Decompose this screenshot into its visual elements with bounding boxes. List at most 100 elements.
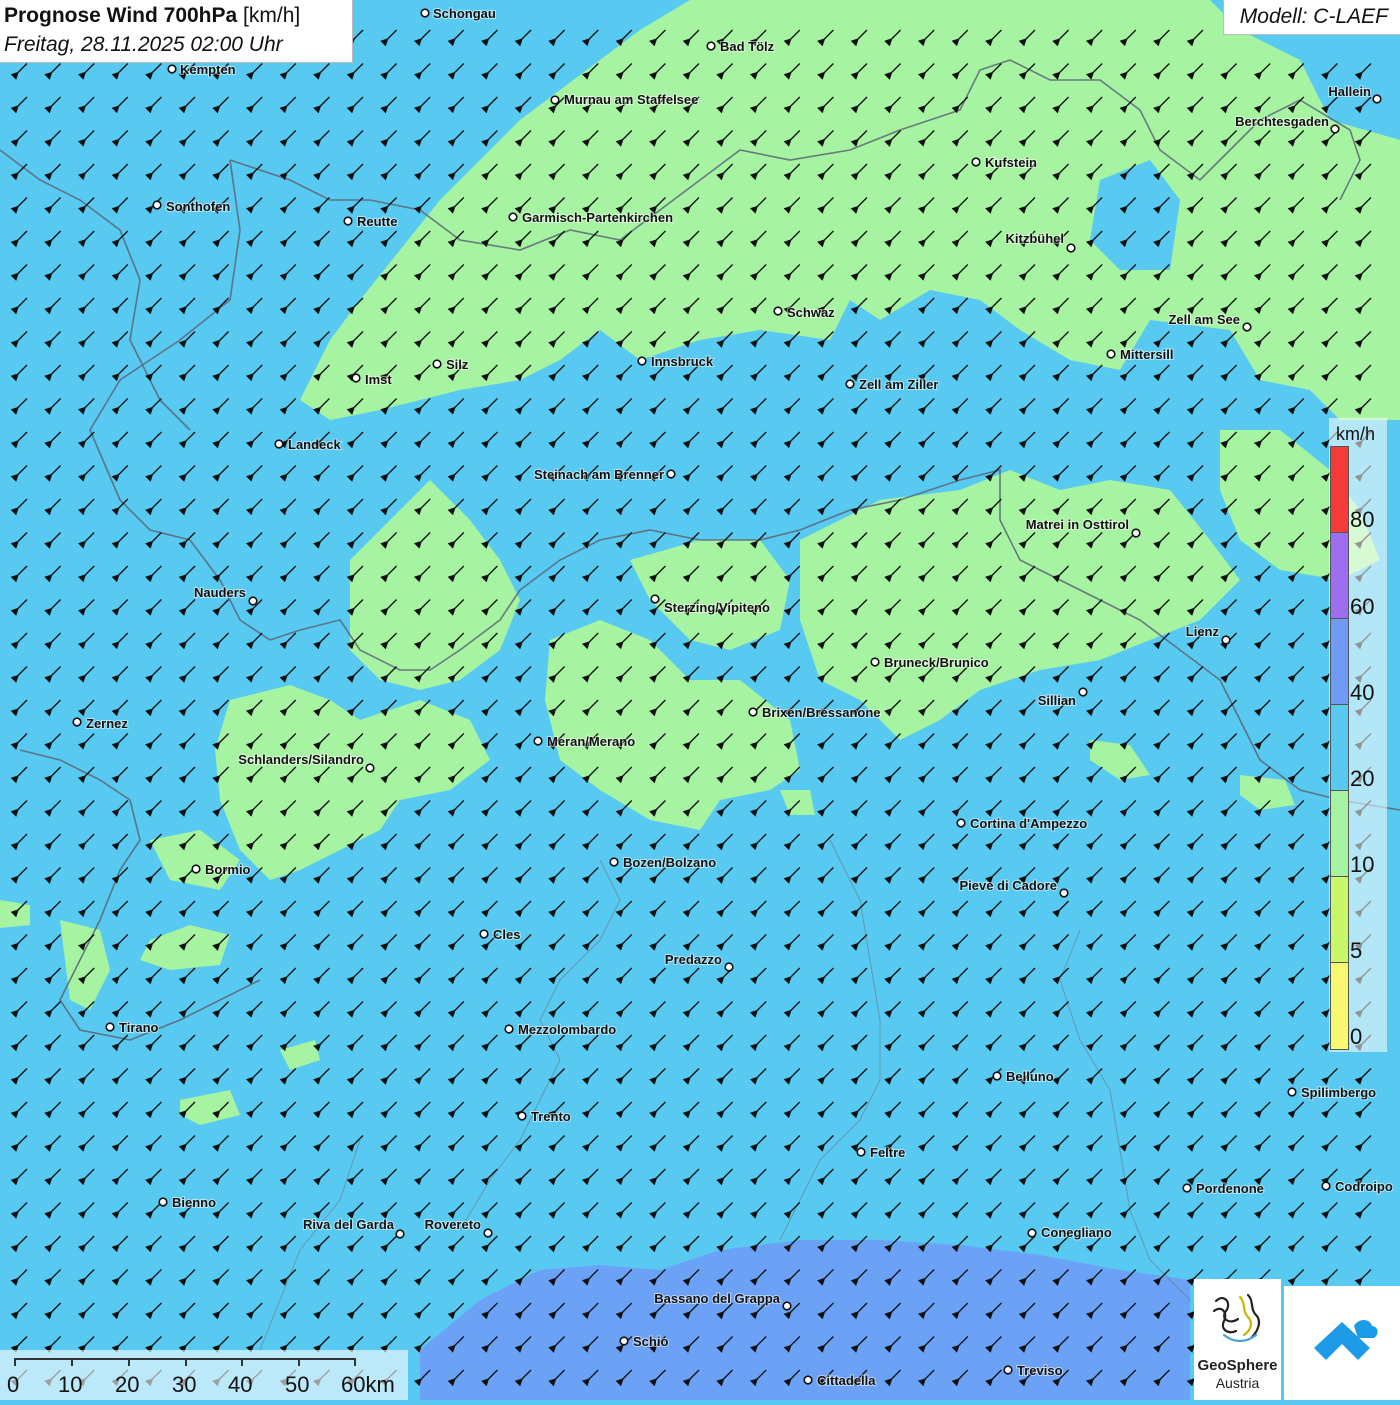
city-label: Belluno <box>1006 1069 1054 1084</box>
city-label: Mezzolombardo <box>518 1022 616 1037</box>
geosphere-name: GeoSphere <box>1197 1357 1278 1374</box>
legend-tick-label: 10 <box>1350 852 1375 877</box>
city-label: Innsbruck <box>651 354 714 369</box>
city-label: Codroipo <box>1335 1179 1393 1194</box>
city-label: Imst <box>365 372 392 387</box>
city-label: Murnau am Staffelsee <box>564 92 698 107</box>
legend-unit: km/h <box>1336 424 1376 444</box>
city-dot <box>748 707 758 717</box>
city-label: Cittadella <box>817 1373 876 1388</box>
map-title: Prognose Wind 700hPa [km/h] <box>4 4 301 27</box>
city-label: Bozen/Bolzano <box>623 855 716 870</box>
city-dot <box>1131 528 1141 538</box>
city-label: Reutte <box>357 214 397 229</box>
city-dot <box>1182 1183 1192 1193</box>
city-label: Schongau <box>433 6 496 21</box>
city-label: Kufstein <box>985 155 1037 170</box>
city-dot <box>72 717 82 727</box>
city-label: Pordenone <box>1196 1181 1264 1196</box>
city-dot <box>533 736 543 746</box>
city-label: Rovereto <box>425 1217 481 1232</box>
city-label: Garmisch-Partenkirchen <box>522 210 673 225</box>
city-dot <box>351 373 361 383</box>
city-dot <box>619 1336 629 1346</box>
city-label: Meran/Merano <box>547 734 635 749</box>
city-dot <box>167 64 177 74</box>
city-dot <box>504 1024 514 1034</box>
city-dot <box>1372 94 1382 104</box>
city-label: Silz <box>446 357 469 372</box>
legend-swatch-light <box>1330 876 1349 963</box>
city-label: Schio <box>633 1334 668 1349</box>
city-label: Bienno <box>172 1195 216 1210</box>
city-label: Cortina d'Ampezzo <box>970 816 1087 831</box>
city-label: Conegliano <box>1041 1225 1112 1240</box>
city-dot <box>550 95 560 105</box>
city-dot <box>609 857 619 867</box>
city-dot <box>803 1375 813 1385</box>
color-legend: km/h 80 60 40 20 10 5 0 <box>1329 418 1387 1052</box>
legend-swatch-fresh <box>1330 704 1349 791</box>
city-label: Zernez <box>86 716 128 731</box>
city-dot <box>1242 322 1252 332</box>
geosphere-logo[interactable]: GeoSphere Austria <box>1194 1279 1281 1400</box>
city-label: Bruneck/Brunico <box>884 655 989 670</box>
city-dot <box>420 8 430 18</box>
city-label: Bormio <box>205 862 251 877</box>
city-dot <box>1066 243 1076 253</box>
weather-app-logo[interactable] <box>1284 1286 1400 1400</box>
city-dot <box>483 1228 493 1238</box>
city-label: Schwaz <box>787 305 835 320</box>
app-logo-icon <box>1314 1320 1378 1360</box>
city-dot <box>343 216 353 226</box>
scale-tick <box>71 1358 73 1366</box>
city-dot <box>1027 1228 1037 1238</box>
city-dot <box>158 1197 168 1207</box>
city-label: Sonthofen <box>166 199 230 214</box>
city-dot <box>706 41 716 51</box>
legend-tick-label: 5 <box>1350 938 1363 963</box>
city-label: Lienz <box>1186 624 1220 639</box>
city-label: Brixen/Bressanone <box>762 705 881 720</box>
legend-tick-label: 0 <box>1350 1024 1363 1049</box>
city-dot <box>508 212 518 222</box>
legend-swatch-gale <box>1330 532 1349 619</box>
city-dot <box>365 763 375 773</box>
legend-swatch-calm <box>1330 962 1349 1050</box>
city-dot <box>870 657 880 667</box>
city-marker: Steinach am Brenner <box>533 466 676 483</box>
scale-bar: 0 10 20 30 40 50 60km <box>0 1350 408 1400</box>
city-dot <box>1330 124 1340 134</box>
city-marker: Brixen/Bressanone <box>748 704 882 721</box>
city-dot <box>992 1071 1002 1081</box>
city-marker: Spilimbergo <box>1287 1084 1377 1101</box>
city-dot <box>724 962 734 972</box>
scale-tick <box>128 1358 130 1366</box>
city-marker: Pordenone <box>1182 1180 1265 1197</box>
city-label: Zell am See <box>1168 312 1240 327</box>
scale-tick <box>185 1358 187 1366</box>
city-label: Trento <box>531 1109 571 1124</box>
city-dot <box>1078 687 1088 697</box>
scale-tick <box>354 1358 356 1366</box>
city-dot <box>105 1022 115 1032</box>
city-dot <box>191 864 201 874</box>
city-dot <box>517 1111 527 1121</box>
city-marker: Murnau am Staffelsee <box>550 91 699 108</box>
city-dot <box>1106 349 1116 359</box>
city-marker: Meran/Merano <box>533 733 636 750</box>
city-dot <box>432 359 442 369</box>
city-label: Mittersill <box>1120 347 1173 362</box>
city-dot <box>479 929 489 939</box>
city-marker: Garmisch-Partenkirchen <box>508 209 674 226</box>
city-dot <box>956 818 966 828</box>
city-label: Sterzing/Vipiteno <box>664 600 770 615</box>
legend-tick-label: 40 <box>1350 680 1375 705</box>
city-dot <box>274 439 284 449</box>
city-marker: Zell am Ziller <box>845 376 939 393</box>
city-label: Kempten <box>180 62 236 77</box>
model-label: Modell: C-LAEF <box>1239 5 1388 28</box>
legend-swatch-strong <box>1330 618 1349 705</box>
scale-label: 40 <box>228 1372 253 1397</box>
city-label: Riva del Garda <box>303 1217 395 1232</box>
